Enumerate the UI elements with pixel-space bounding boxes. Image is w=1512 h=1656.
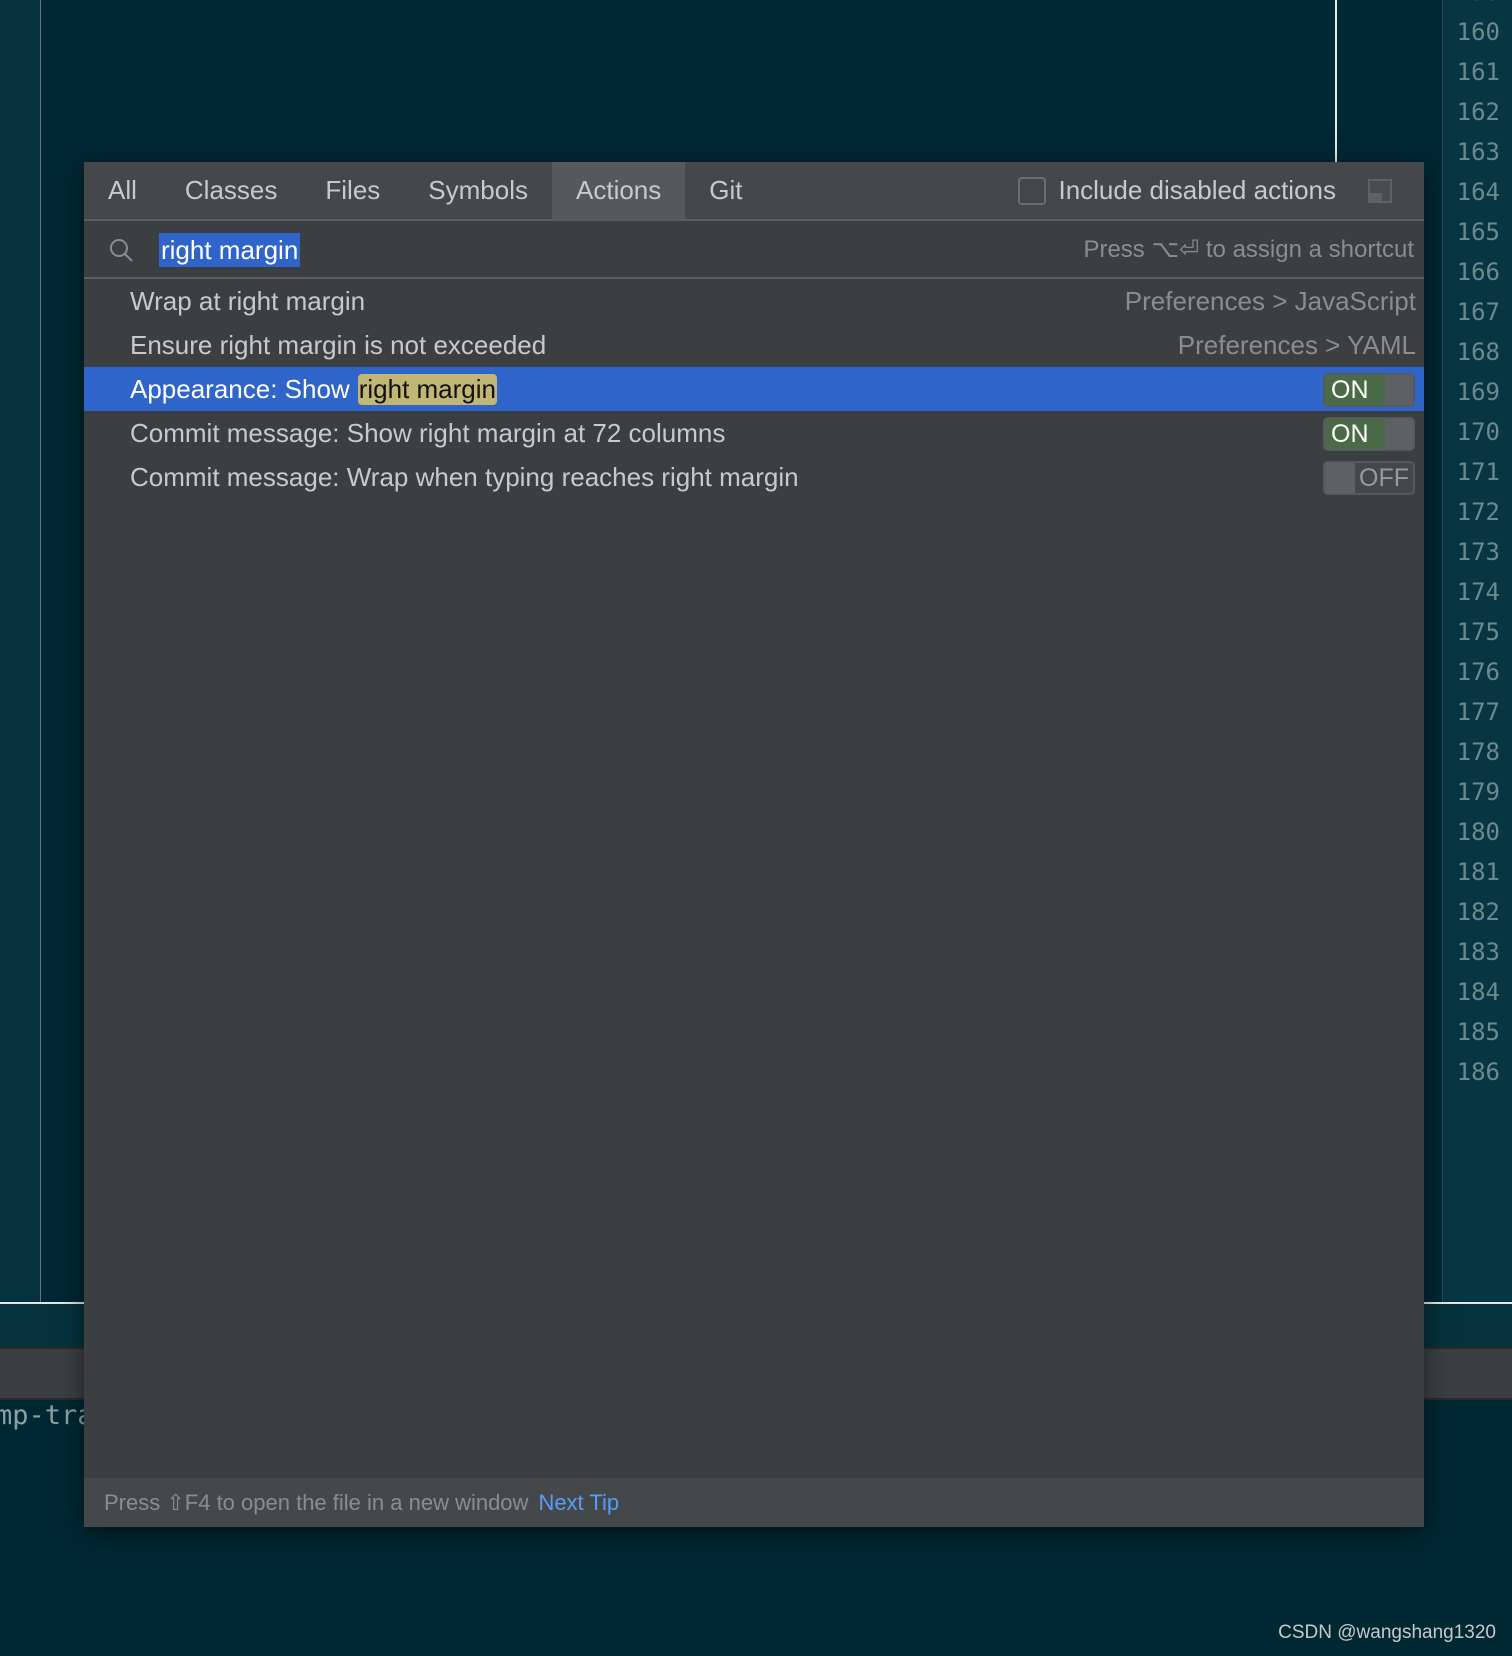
terminal-text: mp-tra: [0, 1400, 94, 1431]
line-number: 160: [1456, 18, 1500, 46]
line-number: 163: [1456, 138, 1500, 166]
line-number: 170: [1456, 418, 1500, 446]
line-number: 181: [1456, 858, 1500, 886]
line-number: 178: [1456, 738, 1500, 766]
tab-actions[interactable]: Actions: [552, 162, 686, 219]
results-list: Wrap at right margin Preferences > JavaS…: [84, 279, 1424, 499]
list-item[interactable]: Wrap at right margin Preferences > JavaS…: [84, 279, 1424, 323]
toggle-state: OFF: [1355, 463, 1413, 493]
list-item[interactable]: Commit message: Wrap when typing reaches…: [84, 455, 1424, 499]
line-number: 176: [1456, 658, 1500, 686]
include-disabled-actions-checkbox[interactable]: Include disabled actions: [1018, 162, 1336, 219]
item-label: Ensure right margin is not exceeded: [130, 329, 547, 360]
footer-tip: Press ⇧F4 to open the file in a new wind…: [84, 1478, 1424, 1527]
watermark: CSDN @wangshang1320: [1278, 1622, 1496, 1643]
line-number: 175: [1456, 618, 1500, 646]
item-location: Preferences > YAML: [1177, 329, 1416, 360]
tab-all[interactable]: All: [84, 162, 161, 219]
list-item-selected[interactable]: Appearance: Show right margin ON: [84, 367, 1424, 411]
line-number: 179: [1456, 778, 1500, 806]
editor-left-gutter: [0, 0, 41, 1303]
line-number: 159: [1457, 0, 1500, 6]
tab-bar: All Classes Files Symbols Actions Git In…: [84, 162, 1424, 221]
toggle-switch[interactable]: ON: [1323, 417, 1415, 451]
item-label: Commit message: Show right margin at 72 …: [130, 417, 726, 448]
line-number: 165: [1456, 218, 1500, 246]
line-number: 167: [1456, 298, 1500, 326]
line-number: 182: [1456, 898, 1500, 926]
line-number: 171: [1456, 458, 1500, 486]
line-number: 172: [1456, 498, 1500, 526]
line-number: 162: [1456, 98, 1500, 126]
line-number: 169: [1456, 378, 1500, 406]
toggle-knob: [1385, 375, 1413, 405]
toggle-state: ON: [1325, 419, 1385, 449]
search-input[interactable]: right margin: [159, 233, 301, 267]
match-highlight: right margin: [357, 373, 497, 405]
toggle-knob: [1325, 463, 1355, 493]
line-number: 185: [1456, 1018, 1500, 1046]
line-number: 173: [1456, 538, 1500, 566]
item-label: Wrap at right margin: [130, 285, 366, 316]
line-number-gutter: 159 160 161 162 163 164 165 166 167 168 169 170 171 1…: [1442, 0, 1512, 1303]
tab-classes[interactable]: Classes: [161, 162, 301, 219]
line-number: 174: [1456, 578, 1500, 606]
tab-symbols[interactable]: Symbols: [404, 162, 552, 219]
tab-files[interactable]: Files: [301, 162, 404, 219]
item-label: Appearance: Show: [130, 373, 350, 404]
line-number: 166: [1456, 258, 1500, 286]
line-number: 161: [1456, 58, 1500, 86]
toggle-state: ON: [1325, 375, 1385, 405]
include-disabled-label: Include disabled actions: [1058, 175, 1336, 205]
toggle-switch[interactable]: ON: [1323, 373, 1415, 407]
toggle-switch[interactable]: OFF: [1323, 461, 1415, 495]
search-everywhere-dialog: All Classes Files Symbols Actions Git In…: [84, 162, 1424, 1527]
tab-git[interactable]: Git: [685, 162, 766, 219]
line-number: 184: [1456, 978, 1500, 1006]
line-number: 183: [1456, 938, 1500, 966]
next-tip-link[interactable]: Next Tip: [538, 1490, 619, 1516]
open-in-tool-window-icon[interactable]: [1368, 179, 1392, 203]
checkbox-icon[interactable]: [1018, 176, 1047, 205]
toggle-knob: [1385, 419, 1413, 449]
line-number: 164: [1456, 178, 1500, 206]
right-margin-guide: [1335, 0, 1337, 162]
item-location: Preferences > JavaScript: [1124, 285, 1416, 316]
line-number: 168: [1456, 338, 1500, 366]
tip-text: Press ⇧F4 to open the file in a new wind…: [104, 1489, 529, 1515]
list-item[interactable]: Commit message: Show right margin at 72 …: [84, 411, 1424, 455]
line-number: 177: [1456, 698, 1500, 726]
line-number: 180: [1456, 818, 1500, 846]
search-icon: [110, 239, 133, 262]
item-label: Commit message: Wrap when typing reaches…: [130, 461, 799, 492]
line-number: 186: [1456, 1058, 1500, 1086]
shortcut-hint: Press ⌥⏎ to assign a shortcut: [1083, 236, 1414, 263]
search-row: right margin Press ⌥⏎ to assign a shortc…: [84, 221, 1424, 279]
list-item[interactable]: Ensure right margin is not exceeded Pref…: [84, 323, 1424, 367]
